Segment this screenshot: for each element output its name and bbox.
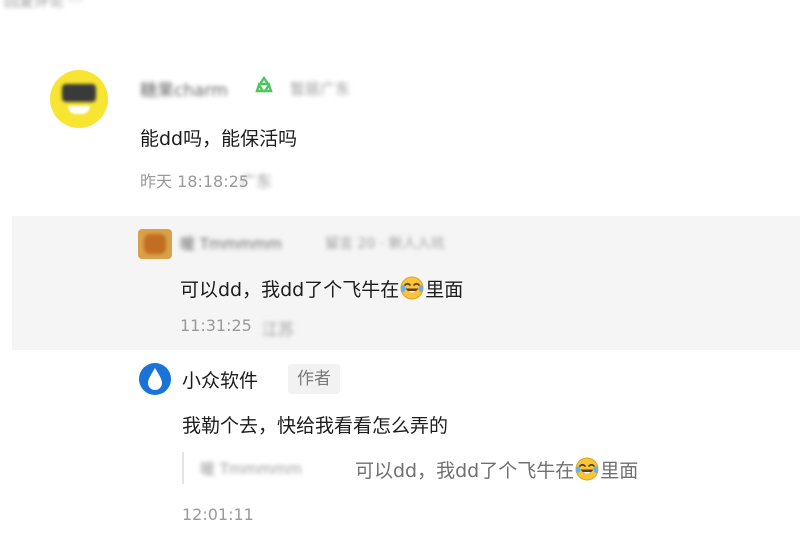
replier-avatar[interactable] <box>138 229 172 259</box>
commenter-name[interactable]: 糖果charm <box>140 76 228 101</box>
author-reply-time: 12:01:11 <box>182 505 254 524</box>
commenter-avatar[interactable] <box>50 70 108 128</box>
avatar-face <box>62 84 96 102</box>
author-badge: 作者 <box>288 364 340 394</box>
reply-location: 江苏 <box>262 320 295 339</box>
quote-text: 可以dd，我dd了个飞牛在 里面 <box>355 456 638 483</box>
comment-time: 昨天 18:18:25 <box>140 172 249 191</box>
quote-text-after: 里面 <box>600 460 639 482</box>
tears-of-joy-emoji-icon <box>400 276 424 300</box>
cropped-header-text: 回复评论 ··· <box>4 0 84 10</box>
avatar-image <box>144 234 166 254</box>
replier-name[interactable]: 暖 Tmmmmm <box>180 233 282 254</box>
author-logo-icon[interactable] <box>138 362 172 396</box>
quote-user-name: 暖 Tmmmmm <box>200 460 302 478</box>
quote-text-before: 可以dd，我dd了个飞牛在 <box>355 460 575 482</box>
tears-of-joy-emoji-icon <box>575 457 599 481</box>
reply-text-after: 里面 <box>425 279 464 301</box>
reply-text-before: 可以dd，我dd了个飞牛在 <box>180 279 400 301</box>
author-name[interactable]: 小众软件 <box>182 366 258 393</box>
avatar-mouth <box>68 106 90 114</box>
reply-text: 可以dd，我dd了个飞牛在 里面 <box>180 275 463 302</box>
quote-bar <box>182 452 184 484</box>
recycle-badge-icon <box>255 76 273 93</box>
comment-location: 广东 <box>240 172 273 191</box>
replier-meta: 留言 20 · 新人入坑 <box>325 236 445 252</box>
author-reply-text: 我勒个去，快给我看看怎么弄的 <box>182 415 449 437</box>
reply-time: 11:31:25 <box>180 316 252 335</box>
commenter-meta: 暂居广东 <box>290 80 351 98</box>
comment-text: 能dd吗，能保活吗 <box>140 128 298 150</box>
